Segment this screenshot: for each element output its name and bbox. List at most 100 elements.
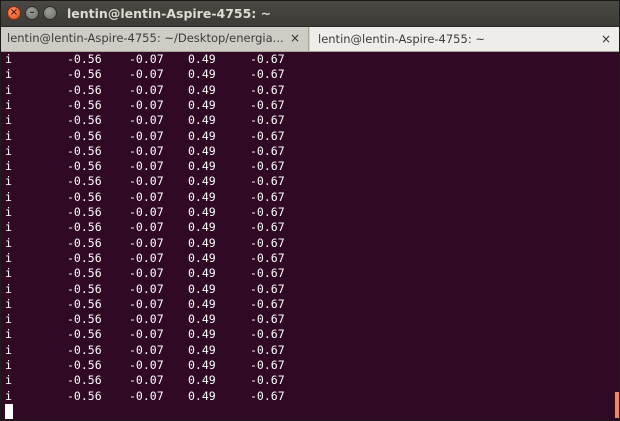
terminal-value: i (5, 312, 12, 327)
terminal-value: i (5, 189, 12, 204)
terminal-value: 0.49 (188, 113, 216, 128)
terminal-value: -0.56 (67, 296, 102, 311)
terminal-value: i (5, 82, 12, 97)
terminal-value: 0.49 (188, 388, 216, 403)
tab-label: lentin@lentin-Aspire-4755: ~ (318, 32, 485, 46)
terminal-value: -0.07 (129, 159, 164, 174)
text-cursor (5, 404, 13, 419)
terminal-value: -0.56 (67, 373, 102, 388)
terminal-value: -0.56 (67, 388, 102, 403)
terminal-value: -0.67 (250, 97, 285, 112)
terminal-value: i (5, 159, 12, 174)
terminal-value: i (5, 250, 12, 265)
terminal-value: -0.56 (67, 174, 102, 189)
terminal-value: -0.67 (250, 373, 285, 388)
terminal-value: i (5, 266, 12, 281)
terminal-value: -0.67 (250, 189, 285, 204)
terminal-value: -0.56 (67, 250, 102, 265)
terminal-value: -0.67 (250, 205, 285, 219)
terminal-value: -0.07 (129, 174, 164, 189)
terminal-value: i (5, 373, 12, 388)
terminal-value: -0.07 (129, 97, 164, 112)
terminal-value: i (5, 342, 12, 357)
maximize-window-button[interactable] (43, 6, 57, 20)
terminal-value: -0.07 (129, 82, 164, 97)
terminal-value: 0.49 (188, 327, 216, 342)
minimize-icon: – (29, 7, 35, 18)
terminal-value: -0.56 (67, 113, 102, 128)
terminal-value: 0.49 (188, 220, 216, 235)
terminal-value: 0.49 (188, 373, 216, 388)
terminal-value: 0.49 (188, 82, 216, 97)
terminal-value: -0.67 (250, 235, 285, 250)
terminal-value: 0.49 (188, 250, 216, 265)
terminal-value: -0.56 (67, 97, 102, 112)
terminal-value: -0.67 (250, 82, 285, 97)
terminal-value: i (5, 281, 12, 296)
terminal-value: -0.67 (250, 52, 285, 66)
terminal-value: -0.67 (250, 266, 285, 281)
terminal-value: i (5, 67, 12, 82)
terminal-value: -0.56 (67, 143, 102, 158)
terminal-value: 0.49 (188, 205, 216, 219)
terminal-value: i (5, 296, 12, 311)
terminal-value: -0.07 (129, 281, 164, 296)
terminal-value: -0.56 (67, 235, 102, 250)
terminal-value: 0.49 (188, 128, 216, 143)
terminal-value: -0.56 (67, 220, 102, 235)
terminal-value: -0.56 (67, 358, 102, 372)
terminal-value: -0.67 (250, 220, 285, 235)
terminal-value: 0.49 (188, 296, 216, 311)
terminal-value: 0.49 (188, 174, 216, 189)
terminal-value: i (5, 220, 12, 235)
terminal-value: -0.07 (129, 220, 164, 235)
terminal-value: i (5, 327, 12, 342)
terminal-value: -0.07 (129, 113, 164, 128)
terminal-output[interactable]: i -0.56 -0.07 0.49 -0.67 i -0.56 -0.07 0.49 -0.67… (1, 52, 619, 420)
terminal-value: i (5, 205, 12, 219)
terminal-value: -0.56 (67, 205, 102, 219)
terminal-value: i (5, 174, 12, 189)
terminal-value: i (5, 358, 12, 372)
terminal-value: i (5, 113, 12, 128)
terminal-value: -0.07 (129, 388, 164, 403)
tab-home[interactable]: lentin@lentin-Aspire-4755: ~ × (310, 27, 619, 51)
terminal-value: -0.56 (67, 82, 102, 97)
terminal-value: -0.67 (250, 67, 285, 82)
terminal-value: -0.07 (129, 327, 164, 342)
terminal-value: 0.49 (188, 235, 216, 250)
terminal-value: 0.49 (188, 358, 216, 372)
title-bar[interactable]: × – lentin@lentin-Aspire-4755: ~ (1, 1, 619, 27)
terminal-value: -0.67 (250, 159, 285, 174)
terminal-value: -0.56 (67, 189, 102, 204)
terminal-window: × – lentin@lentin-Aspire-4755: ~ lentin@… (0, 0, 620, 421)
tab-energia[interactable]: lentin@lentin-Aspire-4755: ~/Desktop/ene… (1, 27, 309, 51)
close-window-button[interactable]: × (7, 6, 21, 20)
terminal-value: -0.07 (129, 296, 164, 311)
terminal-value: 0.49 (188, 281, 216, 296)
scrollbar-thumb[interactable] (615, 392, 619, 418)
tab-close-icon[interactable]: × (601, 29, 611, 49)
terminal-value: -0.07 (129, 312, 164, 327)
terminal-value: -0.67 (250, 342, 285, 357)
terminal-value: -0.07 (129, 266, 164, 281)
tab-label: lentin@lentin-Aspire-4755: ~/Desktop/ene… (7, 31, 284, 45)
terminal-value: 0.49 (188, 342, 216, 357)
terminal-value: -0.07 (129, 143, 164, 158)
terminal-value: 0.49 (188, 67, 216, 82)
terminal-value: -0.67 (250, 250, 285, 265)
terminal-value: -0.67 (250, 358, 285, 372)
terminal-value: -0.07 (129, 373, 164, 388)
terminal-value: 0.49 (188, 97, 216, 112)
terminal-value: -0.67 (250, 312, 285, 327)
terminal-value: 0.49 (188, 143, 216, 158)
terminal-value: -0.67 (250, 281, 285, 296)
terminal-value: 0.49 (188, 312, 216, 327)
terminal-value: i (5, 388, 12, 403)
terminal-value: -0.07 (129, 128, 164, 143)
terminal-value: -0.56 (67, 159, 102, 174)
minimize-window-button[interactable]: – (25, 6, 39, 20)
window-title: lentin@lentin-Aspire-4755: ~ (67, 6, 272, 21)
tab-close-icon[interactable]: × (290, 27, 300, 49)
terminal-value: -0.56 (67, 312, 102, 327)
